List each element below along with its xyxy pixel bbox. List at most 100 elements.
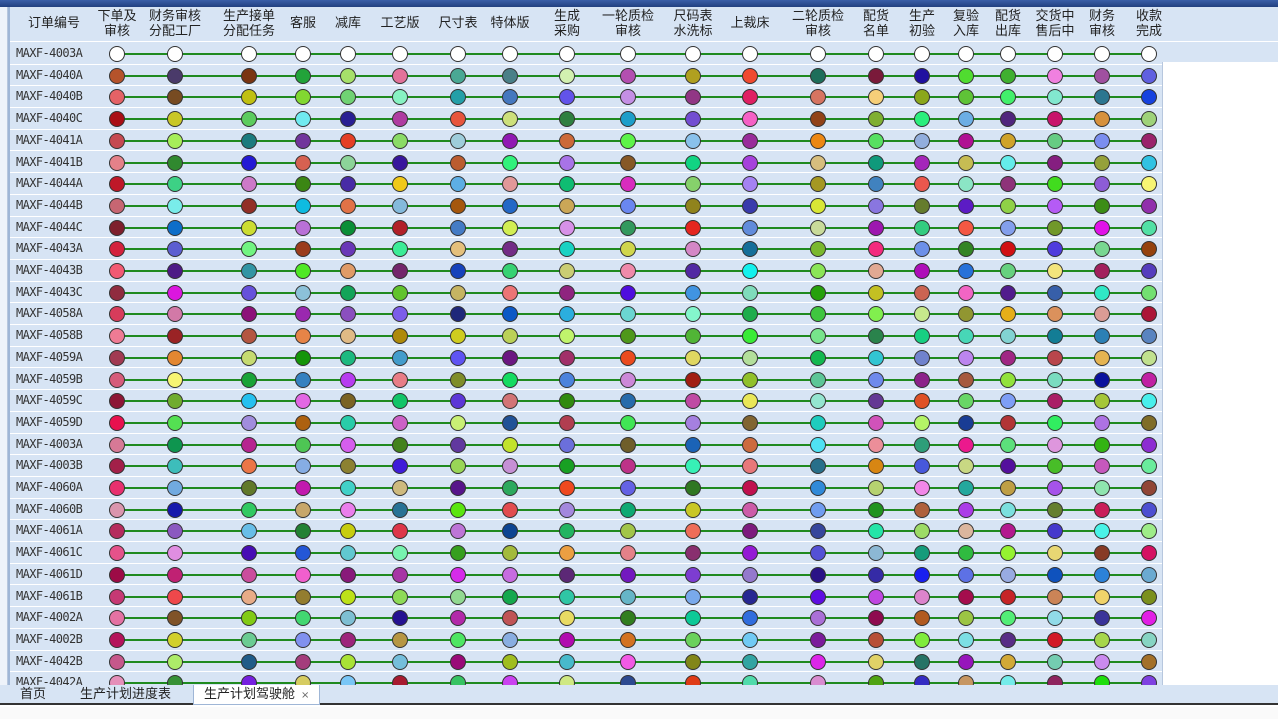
stage-status-dot[interactable] <box>109 111 125 128</box>
stage-status-dot[interactable] <box>958 89 974 106</box>
stage-status-dot[interactable] <box>167 588 183 605</box>
stage-status-dot[interactable] <box>340 588 356 605</box>
stage-status-dot[interactable] <box>958 306 974 323</box>
stage-status-dot[interactable] <box>914 241 930 258</box>
stage-status-dot[interactable] <box>502 588 518 605</box>
stage-status-dot[interactable] <box>620 111 636 128</box>
stage-status-dot[interactable] <box>810 588 826 605</box>
stage-status-dot[interactable] <box>167 414 183 431</box>
stage-status-dot[interactable] <box>340 371 356 388</box>
stage-status-dot[interactable] <box>392 89 408 106</box>
stage-status-dot[interactable] <box>914 306 930 323</box>
stage-status-dot[interactable] <box>109 241 125 258</box>
stage-status-dot[interactable] <box>620 219 636 236</box>
stage-status-dot[interactable] <box>295 154 311 171</box>
stage-status-dot[interactable] <box>167 328 183 345</box>
stage-status-dot[interactable] <box>620 306 636 323</box>
stage-status-dot[interactable] <box>868 631 884 648</box>
stage-status-dot[interactable] <box>241 328 257 345</box>
stage-status-dot[interactable] <box>559 653 575 670</box>
stage-status-dot[interactable] <box>685 111 701 128</box>
stage-status-dot[interactable] <box>450 610 466 627</box>
stage-status-dot[interactable] <box>241 393 257 410</box>
stage-status-dot[interactable] <box>958 393 974 410</box>
stage-status-dot[interactable] <box>742 284 758 301</box>
stage-status-dot[interactable] <box>1141 371 1157 388</box>
stage-status-dot[interactable] <box>295 241 311 258</box>
stage-status-dot[interactable] <box>241 284 257 301</box>
stage-status-dot[interactable] <box>559 197 575 214</box>
stage-status-dot[interactable] <box>868 610 884 627</box>
stage-status-dot[interactable] <box>340 610 356 627</box>
stage-status-dot[interactable] <box>241 46 257 62</box>
stage-status-dot[interactable] <box>1000 653 1016 670</box>
stage-status-dot[interactable] <box>295 501 311 518</box>
stage-status-dot[interactable] <box>450 111 466 128</box>
stage-status-dot[interactable] <box>392 501 408 518</box>
stage-status-dot[interactable] <box>958 371 974 388</box>
stage-status-dot[interactable] <box>620 545 636 562</box>
stage-status-dot[interactable] <box>1094 197 1110 214</box>
order-number[interactable]: MAXF-4059D <box>16 415 83 429</box>
stage-status-dot[interactable] <box>1047 588 1063 605</box>
stage-status-dot[interactable] <box>392 566 408 583</box>
stage-status-dot[interactable] <box>502 566 518 583</box>
stage-status-dot[interactable] <box>810 566 826 583</box>
order-number[interactable]: MAXF-4060B <box>16 502 83 516</box>
stage-status-dot[interactable] <box>1000 263 1016 279</box>
stage-status-dot[interactable] <box>295 458 311 475</box>
stage-status-dot[interactable] <box>167 219 183 236</box>
stage-status-dot[interactable] <box>914 545 930 562</box>
stage-status-dot[interactable] <box>1141 545 1157 562</box>
stage-status-dot[interactable] <box>1000 414 1016 431</box>
close-tab-icon[interactable]: × <box>301 690 309 701</box>
stage-status-dot[interactable] <box>742 588 758 605</box>
stage-status-dot[interactable] <box>340 328 356 345</box>
stage-status-dot[interactable] <box>1047 458 1063 475</box>
stage-status-dot[interactable] <box>502 111 518 128</box>
stage-status-dot[interactable] <box>1000 284 1016 301</box>
stage-status-dot[interactable] <box>167 46 183 62</box>
stage-status-dot[interactable] <box>958 197 974 214</box>
stage-status-dot[interactable] <box>1000 67 1016 84</box>
stage-status-dot[interactable] <box>868 219 884 236</box>
stage-status-dot[interactable] <box>742 67 758 84</box>
stage-status-dot[interactable] <box>810 197 826 214</box>
stage-status-dot[interactable] <box>167 436 183 453</box>
stage-status-dot[interactable] <box>340 393 356 410</box>
stage-status-dot[interactable] <box>958 284 974 301</box>
stage-status-dot[interactable] <box>1141 67 1157 84</box>
stage-status-dot[interactable] <box>559 241 575 258</box>
stage-status-dot[interactable] <box>620 566 636 583</box>
stage-status-dot[interactable] <box>958 241 974 258</box>
stage-status-dot[interactable] <box>392 631 408 648</box>
stage-status-dot[interactable] <box>241 219 257 236</box>
stage-status-dot[interactable] <box>1047 263 1063 279</box>
stage-status-dot[interactable] <box>109 263 125 279</box>
stage-status-dot[interactable] <box>502 241 518 258</box>
stage-status-dot[interactable] <box>914 371 930 388</box>
stage-status-dot[interactable] <box>742 263 758 279</box>
stage-status-dot[interactable] <box>914 523 930 540</box>
stage-status-dot[interactable] <box>241 566 257 583</box>
stage-status-dot[interactable] <box>742 111 758 128</box>
stage-status-dot[interactable] <box>241 371 257 388</box>
stage-status-dot[interactable] <box>742 132 758 149</box>
stage-status-dot[interactable] <box>810 436 826 453</box>
stage-status-dot[interactable] <box>559 566 575 583</box>
stage-status-dot[interactable] <box>109 631 125 648</box>
stage-status-dot[interactable] <box>810 458 826 475</box>
stage-status-dot[interactable] <box>685 67 701 84</box>
stage-status-dot[interactable] <box>958 219 974 236</box>
stage-status-dot[interactable] <box>742 306 758 323</box>
order-number[interactable]: MAXF-4040C <box>16 111 83 125</box>
stage-status-dot[interactable] <box>810 284 826 301</box>
stage-status-dot[interactable] <box>810 501 826 518</box>
stage-status-dot[interactable] <box>1141 610 1157 627</box>
stage-status-dot[interactable] <box>868 111 884 128</box>
stage-status-dot[interactable] <box>502 89 518 106</box>
stage-status-dot[interactable] <box>685 263 701 279</box>
stage-status-dot[interactable] <box>620 480 636 496</box>
stage-status-dot[interactable] <box>914 176 930 193</box>
tab-production-cockpit[interactable]: 生产计划驾驶舱 × <box>193 685 321 705</box>
